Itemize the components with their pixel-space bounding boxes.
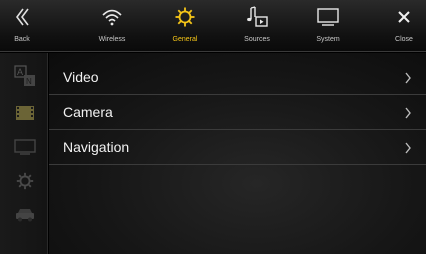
tab-sources[interactable]: Sources — [229, 0, 285, 52]
svg-text:N: N — [26, 77, 32, 86]
svg-text:A: A — [17, 67, 23, 77]
chevron-right-icon — [404, 71, 412, 89]
language-icon[interactable]: A N — [14, 65, 36, 87]
tab-sources-label: Sources — [244, 36, 270, 43]
close-label: Close — [395, 36, 413, 43]
tab-system-label: System — [316, 36, 340, 43]
menu-item-label: Navigation — [63, 139, 130, 155]
double-chevron-left-icon — [14, 0, 30, 34]
menu-item-camera[interactable]: Camera — [49, 95, 426, 130]
tab-wireless-label: Wireless — [98, 36, 126, 43]
car-icon[interactable] — [14, 204, 36, 226]
menu-item-navigation[interactable]: Navigation — [49, 130, 426, 165]
back-button[interactable]: Back — [4, 0, 40, 52]
menu-item-label: Camera — [63, 104, 113, 120]
settings-menu: Video Camera Navigation — [49, 53, 426, 254]
tab-wireless[interactable]: Wireless — [84, 0, 140, 52]
film-icon[interactable] — [14, 102, 36, 124]
monitor-icon — [316, 0, 340, 34]
display-icon[interactable] — [14, 136, 36, 158]
gear-icon[interactable] — [14, 170, 36, 192]
back-label: Back — [14, 36, 30, 43]
tab-system[interactable]: System — [300, 0, 356, 52]
menu-item-label: Video — [63, 69, 99, 85]
category-sidebar: A N — [0, 53, 48, 254]
tab-general-label: General — [172, 36, 198, 43]
wifi-icon — [101, 0, 123, 34]
gear-icon — [174, 0, 196, 34]
close-icon — [396, 0, 412, 34]
tab-general[interactable]: General — [157, 0, 213, 52]
music-note-icon — [245, 0, 269, 34]
close-button[interactable]: Close — [386, 0, 422, 52]
top-navigation-bar: Back Wireless General Sources System Clo… — [0, 0, 426, 52]
chevron-right-icon — [404, 141, 412, 159]
chevron-right-icon — [404, 106, 412, 124]
menu-item-video[interactable]: Video — [49, 60, 426, 95]
